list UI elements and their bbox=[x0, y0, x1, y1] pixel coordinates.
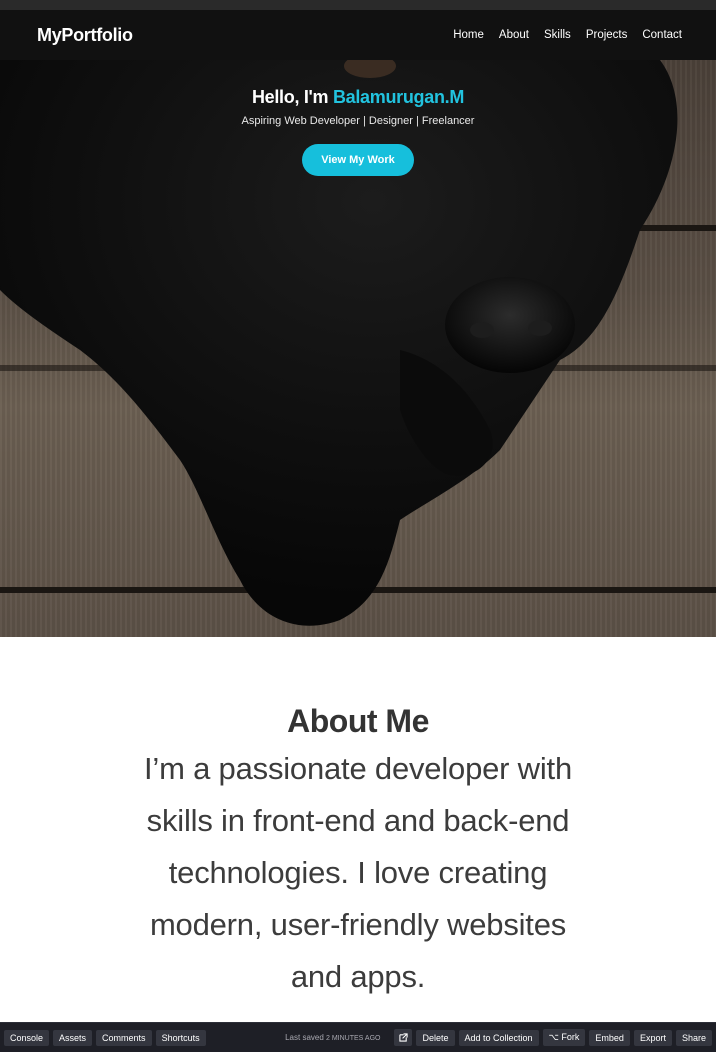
about-title: About Me bbox=[287, 703, 429, 739]
export-button[interactable]: Export bbox=[633, 1029, 672, 1046]
editor-bottom-bar: Console Assets Comments Shortcuts Last s… bbox=[0, 1022, 716, 1052]
hero-section: Hello, I'm Balamurugan.M Aspiring Web De… bbox=[0, 60, 716, 637]
about-text: I’m a passionate developer with skills i… bbox=[143, 751, 573, 994]
nav-link-skills[interactable]: Skills bbox=[544, 29, 571, 41]
about-section: About Me I’m a passionate developer with… bbox=[0, 637, 716, 1022]
nav-link-home[interactable]: Home bbox=[453, 29, 484, 41]
hero-name: Balamurugan.M bbox=[332, 87, 465, 107]
share-button[interactable]: Share bbox=[675, 1029, 712, 1046]
brand-logo[interactable]: MyPortfolio bbox=[37, 25, 133, 46]
comments-button[interactable]: Comments bbox=[96, 1029, 152, 1046]
fork-button[interactable]: ⌥ Fork bbox=[542, 1029, 586, 1046]
view-my-work-button[interactable]: View My Work bbox=[302, 144, 414, 176]
last-saved-time: 2 minutes ago bbox=[326, 1035, 381, 1042]
nav-link-contact[interactable]: Contact bbox=[642, 29, 682, 41]
nav-link-projects[interactable]: Projects bbox=[586, 29, 628, 41]
window-top-strip bbox=[0, 0, 716, 10]
add-to-collection-button[interactable]: Add to Collection bbox=[458, 1029, 539, 1046]
delete-button[interactable]: Delete bbox=[416, 1029, 455, 1046]
last-saved-status: Last saved 2 minutes ago bbox=[285, 1033, 380, 1042]
navbar: MyPortfolio Home About Skills Projects C… bbox=[0, 10, 716, 60]
console-button[interactable]: Console bbox=[4, 1029, 50, 1046]
nav-link-about[interactable]: About bbox=[499, 29, 529, 41]
nav-links: Home About Skills Projects Contact bbox=[453, 29, 682, 41]
hero-title: Hello, I'm Balamurugan.M bbox=[0, 87, 716, 108]
last-saved-label: Last saved bbox=[285, 1033, 327, 1042]
external-link-icon[interactable] bbox=[394, 1029, 413, 1046]
hero-subtitle: Aspiring Web Developer | Designer | Free… bbox=[241, 115, 475, 127]
embed-button[interactable]: Embed bbox=[589, 1029, 630, 1046]
hero-greeting: Hello, I'm bbox=[251, 87, 333, 107]
assets-button[interactable]: Assets bbox=[53, 1029, 93, 1046]
hero-content: Hello, I'm Balamurugan.M Aspiring Web De… bbox=[0, 60, 716, 176]
shortcuts-button[interactable]: Shortcuts bbox=[155, 1029, 206, 1046]
